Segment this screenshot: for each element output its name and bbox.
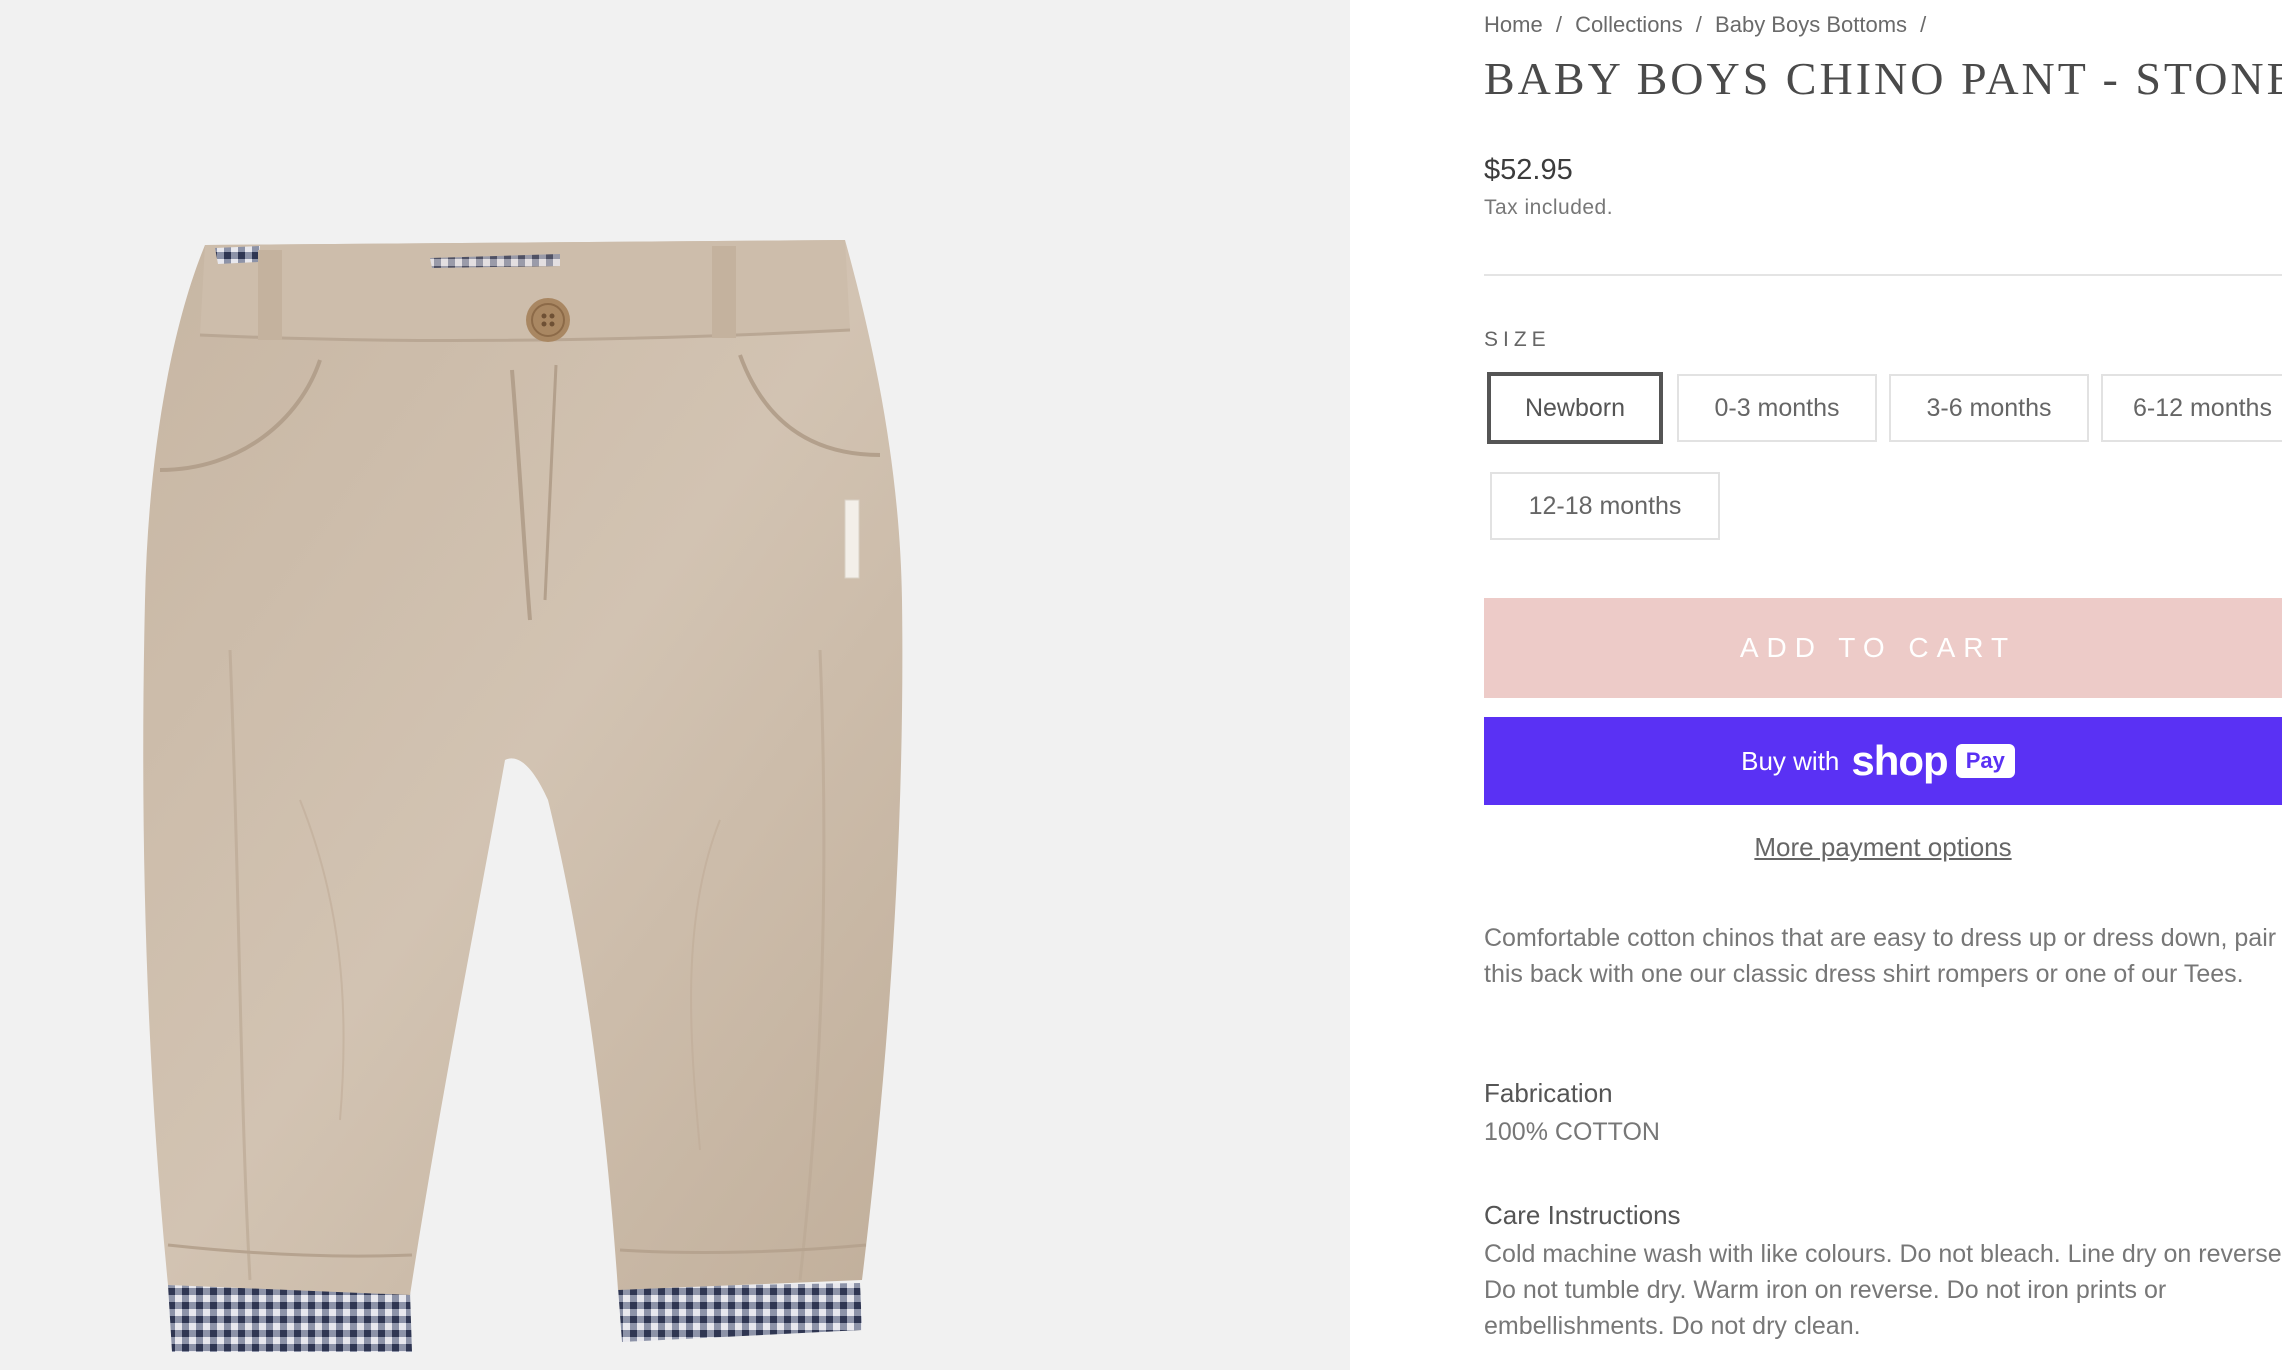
fabrication-text: 100% COTTON [1484,1118,1660,1146]
size-option-0-3-months[interactable]: 0-3 months [1677,374,1877,442]
divider [1484,274,2282,276]
breadcrumb-separator: / [1555,12,1562,37]
add-to-cart-button[interactable]: ADD TO CART [1484,598,2282,698]
breadcrumb-separator: / [1695,12,1702,37]
pay-badge: Pay [1955,744,2015,778]
breadcrumb: Home / Collections / Baby Boys Bottoms / [1484,12,1933,38]
tax-note: Tax included. [1484,196,1614,219]
size-option-6-12-months[interactable]: 6-12 months [2101,374,2282,442]
product-price: $52.95 [1484,154,1573,186]
breadcrumb-home-link[interactable]: Home [1484,12,1543,38]
product-gallery[interactable] [0,0,1350,1370]
care-instructions-text: Cold machine wash with like colours. Do … [1484,1240,2282,1340]
breadcrumb-collections-link[interactable]: Collections [1575,12,1683,38]
product-description: Comfortable cotton chinos that are easy … [1484,924,2277,988]
breadcrumb-baby-boys-bottoms-link[interactable]: Baby Boys Bottoms [1715,12,1907,38]
shop-pay-button[interactable]: Buy with shop Pay [1484,717,2282,805]
size-option-newborn[interactable]: Newborn [1487,372,1663,444]
size-option-3-6-months[interactable]: 3-6 months [1889,374,2089,442]
more-payment-options-link[interactable]: More payment options [1484,832,2282,863]
buy-with-label: Buy with [1741,745,1840,776]
shop-logo-icon: shop [1851,737,1948,784]
product-photo-chino-pant[interactable] [0,0,1350,1370]
breadcrumb-separator: / [1920,12,1927,37]
product-title: BABY BOYS CHINO PANT - STONE [1484,53,2282,104]
size-option-12-18-months[interactable]: 12-18 months [1490,472,1720,540]
product-info: Home / Collections / Baby Boys Bottoms /… [1484,0,2282,1370]
fabrication-title: Fabrication [1484,1078,1613,1108]
care-instructions-title: Care Instructions [1484,1200,1681,1230]
size-label: SIZE [1484,328,1551,351]
